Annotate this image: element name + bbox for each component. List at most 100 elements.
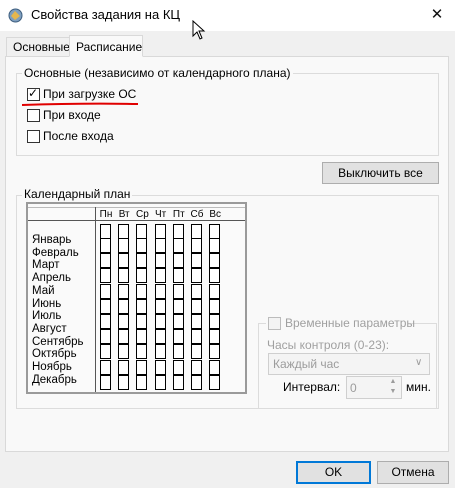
calendar-cell[interactable] (154, 329, 166, 345)
calendar-cell[interactable] (191, 268, 202, 284)
close-button[interactable]: ✕ (425, 4, 449, 26)
day-column-toggle[interactable] (136, 224, 148, 239)
calendar-cell[interactable] (154, 283, 166, 299)
calendar-cell[interactable] (136, 374, 148, 390)
calendar-cell[interactable] (100, 374, 111, 390)
day-header: Пн (99, 209, 113, 220)
calendar-cell[interactable] (118, 253, 130, 269)
interval-unit: мин. (406, 380, 431, 394)
calendar-cell[interactable] (136, 268, 148, 284)
calendar-cell[interactable] (136, 238, 148, 253)
calendar-cell[interactable] (172, 268, 184, 284)
calendar-cell[interactable] (191, 238, 202, 253)
disable-all-button[interactable]: Выключить все (322, 162, 439, 184)
calendar-cell[interactable] (100, 253, 111, 269)
calendar-cell[interactable] (118, 283, 130, 299)
day-header: Вс (209, 209, 222, 220)
calendar-cell[interactable] (191, 374, 202, 390)
calendar-cell[interactable] (154, 359, 166, 375)
after-login-checkbox[interactable] (27, 130, 40, 143)
calendar-cell[interactable] (154, 374, 166, 390)
ok-button[interactable]: OK (296, 461, 371, 484)
calendar-cell[interactable] (100, 283, 111, 299)
day-column-toggle[interactable] (191, 224, 202, 239)
month-label: Июль (32, 310, 62, 323)
calendar-cell[interactable] (209, 344, 221, 360)
calendar-cell[interactable] (209, 283, 221, 299)
calendar-cell[interactable] (209, 268, 221, 284)
calendar-cell[interactable] (118, 298, 130, 314)
calendar-cell[interactable] (209, 359, 221, 375)
calendar-cell[interactable] (100, 359, 111, 375)
interval-label: Интервал: (283, 380, 341, 394)
calendar-cell[interactable] (191, 253, 202, 269)
day-column-toggle[interactable] (209, 224, 221, 239)
calendar-cell[interactable] (100, 329, 111, 345)
calendar-cell[interactable] (191, 314, 202, 329)
calendar-cell[interactable] (100, 238, 111, 253)
calendar-cell[interactable] (136, 314, 148, 329)
calendar-cell[interactable] (209, 314, 221, 329)
calendar-cell[interactable] (154, 253, 166, 269)
day-column-toggle[interactable] (154, 224, 166, 239)
on-os-boot-label: При загрузке ОС (43, 87, 137, 101)
calendar-cell[interactable] (209, 238, 221, 253)
calendar-cell[interactable] (172, 253, 184, 269)
calendar-cell[interactable] (100, 298, 111, 314)
calendar-cell[interactable] (209, 298, 221, 314)
calendar-cell[interactable] (172, 329, 184, 345)
calendar-cell[interactable] (136, 253, 148, 269)
day-column-toggle[interactable] (172, 224, 184, 239)
hours-label: Часы контроля (0-23): (267, 338, 390, 352)
calendar-cell[interactable] (136, 344, 148, 360)
calendar-cell[interactable] (191, 359, 202, 375)
calendar-cell[interactable] (154, 238, 166, 253)
cancel-button[interactable]: Отмена (377, 461, 449, 484)
calendar-cell[interactable] (154, 268, 166, 284)
tab-main[interactable]: Основные (6, 37, 70, 56)
calendar-cell[interactable] (172, 374, 184, 390)
calendar-cell[interactable] (136, 283, 148, 299)
calendar-cell[interactable] (209, 253, 221, 269)
calendar-cell[interactable] (118, 238, 130, 253)
calendar-cell[interactable] (154, 314, 166, 329)
calendar-cell[interactable] (172, 238, 184, 253)
month-label: Август (32, 322, 67, 335)
calendar-cell[interactable] (172, 314, 184, 329)
calendar-cell[interactable] (118, 268, 130, 284)
spinner-arrows-icon[interactable]: ▲ ▼ (385, 377, 401, 398)
calendar-cell[interactable] (100, 268, 111, 284)
time-params-checkbox[interactable] (268, 317, 281, 330)
calendar-cell[interactable] (209, 329, 221, 345)
calendar-cell[interactable] (172, 344, 184, 360)
tab-schedule[interactable]: Расписание (69, 35, 143, 57)
calendar-cell[interactable] (118, 329, 130, 345)
calendar-cell[interactable] (191, 329, 202, 345)
calendar-cell[interactable] (154, 344, 166, 360)
calendar-cell[interactable] (118, 374, 130, 390)
calendar-cell[interactable] (191, 344, 202, 360)
calendar-cell[interactable] (118, 314, 130, 329)
calendar-cell[interactable] (136, 359, 148, 375)
calendar-cell[interactable] (191, 298, 202, 314)
day-column-toggle[interactable] (100, 224, 111, 239)
calendar-cell[interactable] (191, 283, 202, 299)
day-header: Чт (154, 209, 167, 220)
calendar-cell[interactable] (154, 298, 166, 314)
calendar-cell[interactable] (172, 359, 184, 375)
day-column-toggle[interactable] (118, 224, 130, 239)
calendar-cell[interactable] (136, 329, 148, 345)
hours-select-value: Каждый час (273, 357, 340, 371)
calendar-cell[interactable] (100, 344, 111, 360)
on-os-boot-checkbox[interactable] (27, 86, 40, 101)
calendar-cell[interactable] (172, 283, 184, 299)
calendar-cell[interactable] (118, 344, 130, 360)
on-login-checkbox[interactable] (27, 109, 40, 122)
calendar-cell[interactable] (136, 298, 148, 314)
calendar-cell[interactable] (118, 359, 130, 375)
calendar-cell[interactable] (209, 374, 221, 390)
calendar-cell[interactable] (172, 298, 184, 314)
calendar-cell[interactable] (100, 314, 111, 329)
month-label: Март (32, 259, 60, 272)
month-label: Сентябрь (32, 335, 84, 348)
